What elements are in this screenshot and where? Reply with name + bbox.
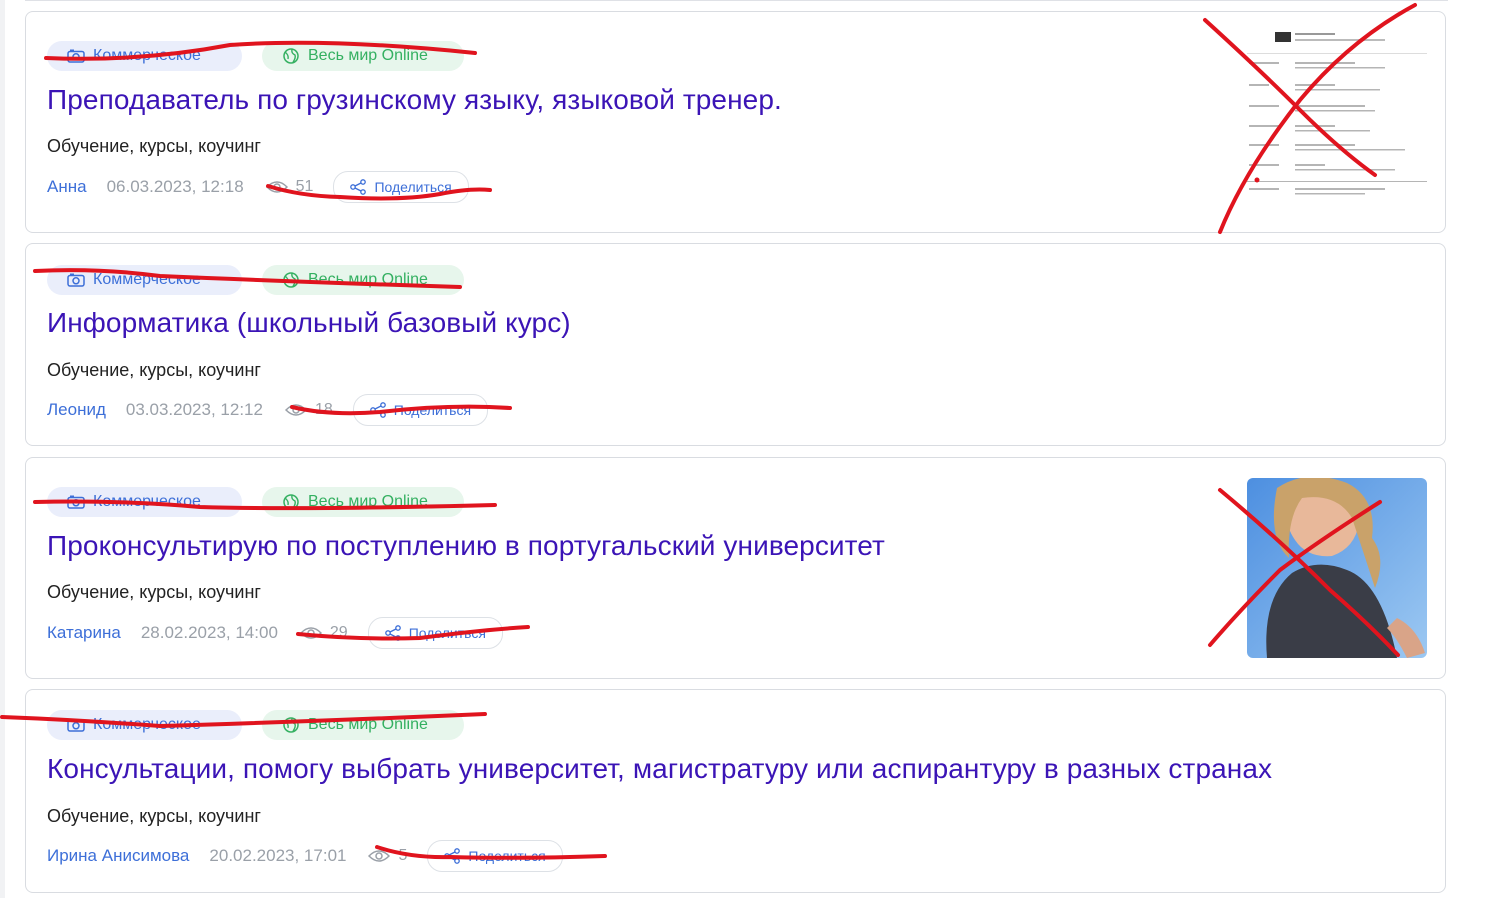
share-icon bbox=[369, 402, 386, 418]
tag-world-online[interactable]: Весь мир Online bbox=[262, 265, 464, 295]
views-count: 29 bbox=[329, 624, 348, 641]
listing-title[interactable]: Преподаватель по грузинскому языку, язык… bbox=[47, 84, 782, 116]
author-link[interactable]: Ирина Анисимова bbox=[47, 846, 189, 866]
listing-category: Обучение, курсы, коучинг bbox=[47, 136, 261, 156]
camera-icon bbox=[67, 273, 85, 287]
share-icon bbox=[444, 848, 461, 864]
tag-world-online[interactable]: Весь мир Online bbox=[262, 41, 464, 71]
share-label: Поделиться bbox=[408, 625, 487, 641]
listing-card[interactable]: Коммерческое Весь мир Online Проконсульт… bbox=[25, 457, 1446, 679]
tag-commercial-label: Коммерческое bbox=[93, 271, 201, 288]
tag-row: Коммерческое Весь мир Online bbox=[47, 487, 464, 517]
share-icon bbox=[384, 625, 401, 641]
previous-card-edge bbox=[25, 0, 1448, 1]
listing-category: Обучение, курсы, коучинг bbox=[47, 806, 261, 826]
tag-commercial[interactable]: Коммерческое bbox=[47, 487, 242, 517]
listing-meta: Леонид 03.03.2023, 12:12 18 Поделиться bbox=[47, 394, 489, 426]
share-label: Поделиться bbox=[374, 179, 452, 195]
share-label: Поделиться bbox=[393, 402, 472, 418]
share-button[interactable]: Поделиться bbox=[427, 840, 563, 872]
listing-meta: Анна 06.03.2023, 12:18 51 Поделиться bbox=[47, 171, 469, 203]
listing-title[interactable]: Консультации, помогу выбрать университет… bbox=[47, 753, 1272, 785]
listing-title[interactable]: Проконсультирую по поступлению в португа… bbox=[47, 530, 885, 562]
author-link[interactable]: Леонид bbox=[47, 400, 106, 420]
listing-title[interactable]: Информатика (школьный базовый курс) bbox=[47, 307, 571, 339]
eye-icon bbox=[284, 404, 307, 416]
views-counter: 29 bbox=[299, 624, 348, 642]
eye-icon bbox=[265, 181, 288, 193]
share-button[interactable]: Поделиться bbox=[367, 617, 504, 649]
tag-commercial-label: Коммерческое bbox=[93, 493, 201, 510]
tag-commercial-label: Коммерческое bbox=[93, 716, 201, 733]
views-count: 5 bbox=[398, 847, 408, 864]
tag-commercial-label: Коммерческое bbox=[93, 47, 201, 64]
camera-icon bbox=[67, 49, 85, 63]
tag-row: Коммерческое Весь мир Online bbox=[47, 710, 464, 740]
tag-row: Коммерческое Весь мир Online bbox=[47, 265, 464, 295]
listing-category: Обучение, курсы, коучинг bbox=[47, 582, 261, 602]
listing-thumbnail-photo[interactable] bbox=[1247, 478, 1427, 658]
listing-date: 06.03.2023, 12:18 bbox=[106, 177, 244, 196]
listing-category: Обучение, курсы, коучинг bbox=[47, 360, 261, 380]
views-counter: 18 bbox=[284, 401, 333, 419]
camera-icon bbox=[67, 718, 85, 732]
listing-thumbnail-resume[interactable] bbox=[1247, 21, 1427, 201]
listing-meta: Ирина Анисимова 20.02.2023, 17:01 5 Поде… bbox=[47, 840, 563, 872]
tag-world-label: Весь мир Online bbox=[308, 47, 428, 64]
share-button[interactable]: Поделиться bbox=[333, 171, 469, 203]
listing-card[interactable]: Коммерческое Весь мир Online Преподавате… bbox=[25, 11, 1446, 233]
author-link[interactable]: Катарина bbox=[47, 623, 121, 643]
views-count: 51 bbox=[295, 178, 314, 195]
share-icon bbox=[350, 179, 367, 195]
eye-icon bbox=[368, 850, 391, 862]
share-label: Поделиться bbox=[468, 848, 546, 864]
listing-date: 28.02.2023, 14:00 bbox=[140, 623, 278, 642]
tag-commercial[interactable]: Коммерческое bbox=[47, 41, 242, 71]
person-photo-thumbnail bbox=[1247, 478, 1427, 658]
views-count: 18 bbox=[314, 401, 333, 418]
listing-date: 20.02.2023, 17:01 bbox=[209, 846, 347, 865]
author-link[interactable]: Анна bbox=[47, 177, 87, 197]
resume-document-thumbnail bbox=[1247, 32, 1427, 195]
tag-world-label: Весь мир Online bbox=[308, 716, 428, 733]
globe-icon bbox=[283, 48, 299, 64]
camera-icon bbox=[67, 495, 85, 509]
tag-world-label: Весь мир Online bbox=[308, 493, 428, 510]
tag-world-online[interactable]: Весь мир Online bbox=[262, 487, 464, 517]
globe-icon bbox=[283, 717, 299, 733]
views-counter: 5 bbox=[368, 847, 407, 865]
listing-date: 03.03.2023, 12:12 bbox=[125, 400, 263, 419]
listing-meta: Катарина 28.02.2023, 14:00 29 Поделиться bbox=[47, 617, 504, 649]
tag-world-online[interactable]: Весь мир Online bbox=[262, 710, 464, 740]
views-counter: 51 bbox=[265, 178, 314, 196]
share-button[interactable]: Поделиться bbox=[352, 394, 489, 426]
tag-commercial[interactable]: Коммерческое bbox=[47, 710, 242, 740]
globe-icon bbox=[283, 494, 299, 510]
globe-icon bbox=[283, 272, 299, 288]
eye-icon bbox=[299, 627, 322, 639]
tag-row: Коммерческое Весь мир Online bbox=[47, 41, 464, 71]
page-left-strip bbox=[0, 0, 5, 898]
tag-world-label: Весь мир Online bbox=[308, 271, 428, 288]
tag-commercial[interactable]: Коммерческое bbox=[47, 265, 242, 295]
listing-card[interactable]: Коммерческое Весь мир Online Информатика… bbox=[25, 243, 1446, 446]
listing-card[interactable]: Коммерческое Весь мир Online Консультаци… bbox=[25, 689, 1446, 893]
